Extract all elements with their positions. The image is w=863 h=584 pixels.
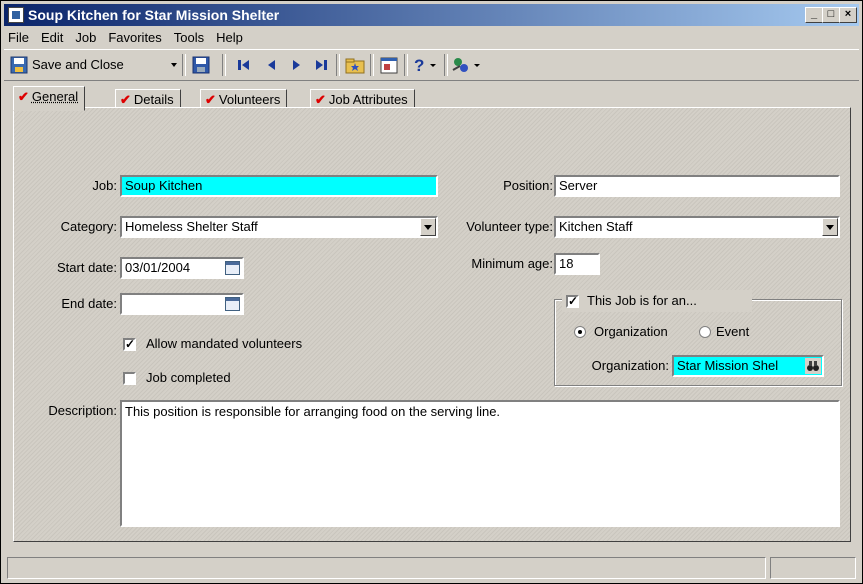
save-close-dropdown-icon[interactable] <box>171 63 177 67</box>
organization-radio-label: Organization <box>594 324 668 339</box>
menu-job[interactable]: Job <box>69 28 102 48</box>
start-date-value: 03/01/2004 <box>125 260 191 275</box>
calendar-icon[interactable] <box>222 295 242 313</box>
category-value: Homeless Shelter Staff <box>125 219 258 234</box>
tab-label: Details <box>133 92 174 107</box>
check-icon: ✔ <box>205 92 216 107</box>
volunteer-type-label: Volunteer type: <box>466 219 553 234</box>
status-panel-right <box>770 557 856 579</box>
toolbar-separator <box>404 54 408 76</box>
menu-tools[interactable]: Tools <box>168 28 210 48</box>
toolbar-separator <box>222 54 226 76</box>
job-label: Job: <box>92 178 117 193</box>
position-label: Position: <box>503 178 553 193</box>
allow-mandated-label: Allow mandated volunteers <box>146 336 303 351</box>
tools-icon[interactable] <box>450 54 482 76</box>
binoculars-icon[interactable] <box>805 358 821 374</box>
toolbar: Save and Close ? <box>4 49 859 81</box>
last-record-icon[interactable] <box>312 54 330 76</box>
volunteer-type-select[interactable]: Kitchen Staff <box>554 216 840 238</box>
menu-help[interactable]: Help <box>210 28 249 48</box>
app-icon <box>8 7 24 23</box>
tab-general[interactable]: ✔ General <box>13 86 86 111</box>
organization-input[interactable]: Star Mission Shel <box>672 355 824 377</box>
window-title: Soup Kitchen for Star Mission Shelter <box>28 7 280 23</box>
menu-bar: File Edit Job Favorites Tools Help <box>4 28 859 48</box>
job-completed-label: Job completed <box>146 370 231 385</box>
organization-label: Organization: <box>591 358 669 373</box>
menu-file[interactable]: File <box>4 28 35 48</box>
tab-label: General <box>31 89 79 104</box>
job-for-checkbox[interactable]: ✓ <box>566 295 579 308</box>
job-input[interactable]: Soup Kitchen <box>120 175 438 197</box>
save-close-label: Save and Close <box>32 57 124 72</box>
favorites-folder-icon[interactable] <box>344 54 366 76</box>
check-icon: ✔ <box>18 89 29 104</box>
check-icon: ✔ <box>120 92 131 107</box>
end-date-label: End date: <box>61 296 117 311</box>
category-select[interactable]: Homeless Shelter Staff <box>120 216 438 238</box>
position-input[interactable]: Server <box>554 175 840 197</box>
toolbar-separator <box>444 54 448 76</box>
event-radio[interactable] <box>699 326 711 338</box>
description-textarea[interactable]: This position is responsible for arrangi… <box>120 400 840 527</box>
title-bar[interactable]: Soup Kitchen for Star Mission Shelter _ … <box>4 4 859 26</box>
properties-icon[interactable] <box>378 54 400 76</box>
previous-record-icon[interactable] <box>262 54 280 76</box>
minimum-age-label: Minimum age: <box>471 256 553 271</box>
job-completed-checkbox[interactable] <box>123 372 136 385</box>
allow-mandated-checkbox[interactable]: ✓ <box>123 338 136 351</box>
category-label: Category: <box>60 219 117 234</box>
save-and-close-button[interactable]: Save and Close <box>8 54 184 76</box>
tab-label: Volunteers <box>218 92 281 107</box>
help-icon[interactable]: ? <box>410 54 440 76</box>
minimum-age-input[interactable]: 18 <box>554 253 600 275</box>
start-date-input[interactable]: 03/01/2004 <box>120 257 244 279</box>
organization-value: Star Mission Shel <box>677 358 779 373</box>
maximize-button[interactable]: □ <box>822 7 840 23</box>
next-record-icon[interactable] <box>287 54 305 76</box>
organization-radio[interactable] <box>574 326 586 338</box>
calendar-icon[interactable] <box>222 259 242 277</box>
first-record-icon[interactable] <box>234 54 252 76</box>
chevron-down-icon[interactable] <box>822 218 838 236</box>
svg-text:?: ? <box>414 56 424 75</box>
minimize-button[interactable]: _ <box>805 7 823 23</box>
menu-edit[interactable]: Edit <box>35 28 69 48</box>
window: Soup Kitchen for Star Mission Shelter _ … <box>0 0 863 584</box>
save-close-icon <box>10 56 28 74</box>
volunteer-type-value: Kitchen Staff <box>559 219 633 234</box>
description-label: Description: <box>48 403 117 418</box>
toolbar-separator <box>182 54 186 76</box>
job-for-label: This Job is for an... <box>587 293 697 308</box>
start-date-label: Start date: <box>57 260 117 275</box>
status-panel <box>7 557 766 579</box>
menu-favorites[interactable]: Favorites <box>102 28 167 48</box>
save-icon[interactable] <box>190 54 212 76</box>
toolbar-separator <box>370 54 374 76</box>
status-bar <box>4 553 859 581</box>
general-tab-panel: Job: Soup Kitchen Category: Homeless She… <box>13 107 851 542</box>
toolbar-separator <box>336 54 340 76</box>
event-radio-label: Event <box>716 324 750 339</box>
end-date-input[interactable] <box>120 293 244 315</box>
tab-label: Job Attributes <box>328 92 408 107</box>
check-icon: ✔ <box>315 92 326 107</box>
close-button[interactable]: × <box>839 7 857 23</box>
